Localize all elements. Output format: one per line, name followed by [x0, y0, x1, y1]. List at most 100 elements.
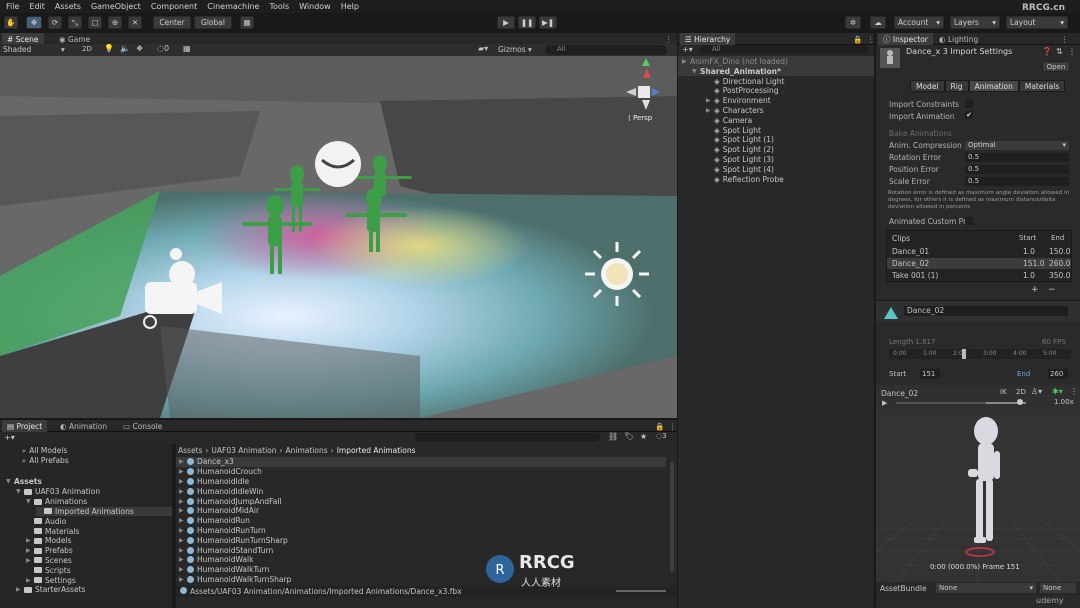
grid-snap-icon[interactable]: ▦ — [240, 16, 254, 29]
hierarchy-item[interactable]: ◈ Spot Light (3) — [678, 154, 874, 164]
folder-tree-item[interactable]: Materials — [26, 526, 79, 536]
tab-model[interactable]: Model — [910, 80, 945, 92]
transform-tool-icon[interactable]: ⊕ — [108, 16, 122, 29]
asset-list-item[interactable]: ▶ HumanoidRun — [176, 516, 666, 526]
hierarchy-item[interactable]: ◈ Directional Light — [678, 76, 874, 86]
clip-timeline[interactable]: 0:00 1:00 2:00 3:00 4:00 5:00 — [889, 349, 1071, 359]
tab-console[interactable]: ▭ Console — [118, 420, 167, 432]
asset-list-item[interactable]: ▶ HumanoidJumpAndFall — [176, 496, 666, 506]
folder-tree-item[interactable]: ▶ Prefabs — [26, 546, 73, 556]
persp-label[interactable]: ⟨ Persp — [628, 114, 652, 122]
step-button[interactable]: ▶❚ — [539, 16, 557, 29]
speed-slider-handle[interactable] — [1017, 399, 1023, 405]
timeline-start-marker[interactable] — [962, 349, 966, 359]
import-animation-checkbox[interactable]: ✔ — [965, 111, 973, 119]
grid-toggle-icon[interactable]: ▦ — [183, 44, 191, 53]
breadcrumb-item[interactable]: Imported Animations — [337, 446, 416, 456]
settings-icon[interactable]: ⇅ — [1056, 47, 1063, 56]
2d-preview-toggle[interactable]: 2D — [1016, 388, 1026, 396]
animated-custom-props-checkbox[interactable] — [965, 217, 973, 225]
folder-tree-item[interactable]: ▶ Models — [26, 536, 71, 546]
hierarchy-search-input[interactable]: All — [700, 45, 868, 54]
hidden-packages-icon[interactable]: ◌3 — [656, 432, 667, 440]
rect-tool-icon[interactable]: ▢ — [88, 16, 102, 29]
panel-menu-icon[interactable]: ⋮ — [664, 420, 682, 432]
assetbundle-dropdown[interactable]: None ▾ — [936, 583, 1036, 593]
asset-list-item[interactable]: ▶ HumanoidMidAir — [176, 506, 666, 516]
rotate-tool-icon[interactable]: ⟳ — [48, 16, 62, 29]
folder-tree-item[interactable]: ▼ Animations — [26, 497, 87, 507]
2d-toggle[interactable]: 2D — [82, 45, 92, 53]
remove-clip-button[interactable]: − — [1048, 285, 1056, 295]
hierarchy-item[interactable]: ◈ Spot Light (1) — [678, 135, 874, 145]
assetbundle-variant-dropdown[interactable]: None — [1040, 583, 1076, 593]
menu-item-tools[interactable]: Tools — [269, 2, 289, 11]
layout-dropdown[interactable]: Layout ▾ — [1006, 16, 1068, 29]
clip-row[interactable]: Dance_01 1.0 150.0 — [887, 246, 1071, 257]
filter-type-icon[interactable]: ⛓ — [608, 432, 618, 441]
tab-animation[interactable]: Animation — [968, 80, 1019, 92]
effects-toggle-icon[interactable]: ❖ — [136, 44, 143, 53]
tab-hierarchy[interactable]: ☰ Hierarchy — [680, 33, 736, 45]
scene-search-input[interactable]: All — [545, 45, 667, 55]
hidden-objects-icon[interactable]: ◌0 — [157, 44, 169, 53]
layers-dropdown[interactable]: Layers ▾ — [950, 16, 1000, 29]
tab-rig[interactable]: Rig — [944, 80, 969, 92]
clip-name-field[interactable]: Dance_02 — [904, 306, 1068, 316]
scene-view[interactable]: ⟨ Persp — [0, 56, 677, 418]
folder-tree-item[interactable]: Imported Animations — [36, 506, 172, 517]
collab-icon[interactable]: ✲ — [845, 16, 861, 29]
project-search-input[interactable] — [415, 433, 600, 442]
tab-materials[interactable]: Materials — [1018, 80, 1066, 92]
favorite-item[interactable]: ⌕ All Models — [22, 446, 67, 456]
create-asset-button[interactable]: +▾ — [4, 433, 15, 442]
account-dropdown[interactable]: Account ▾ — [894, 16, 944, 29]
asset-list-item[interactable]: ▶ Dance_x3 — [176, 457, 666, 467]
tab-inspector[interactable]: ⓘ Inspector — [878, 33, 933, 45]
menu-item-file[interactable]: File — [6, 2, 19, 11]
clip-row[interactable]: Dance_02 151.0 260.0 — [887, 258, 1071, 269]
scene-row-root[interactable]: ▼ Shared_Animation* — [678, 66, 874, 76]
menu-item-component[interactable]: Component — [151, 2, 197, 11]
add-object-button[interactable]: +▾ — [682, 45, 693, 54]
shading-mode-dropdown[interactable]: Shaded ▾ — [3, 45, 73, 55]
hierarchy-item[interactable]: ◈ Spot Light (2) — [678, 145, 874, 155]
breadcrumb-item[interactable]: Animations — [286, 446, 328, 456]
menu-item-help[interactable]: Help — [341, 2, 359, 11]
favorite-item[interactable]: ⌕ All Prefabs — [22, 456, 69, 466]
audio-toggle-icon[interactable]: 🔈 — [120, 44, 130, 53]
scene-row-unloaded[interactable]: ▶ AnimFX_Dino (not loaded) — [678, 56, 874, 66]
rotation-error-field[interactable]: 0.5 — [965, 153, 1069, 162]
folder-tree-item[interactable]: ▶ StarterAssets — [16, 585, 85, 595]
folder-tree-item[interactable]: ▶ Settings — [26, 575, 76, 585]
end-field[interactable]: 260 — [1048, 369, 1068, 379]
hierarchy-item[interactable]: ◈ Spot Light — [678, 125, 874, 135]
assets-root[interactable]: ▼ Assets — [6, 477, 42, 487]
play-button[interactable]: ▶ — [497, 16, 515, 29]
menu-item-gameobject[interactable]: GameObject — [91, 2, 141, 11]
hierarchy-item[interactable]: ◈ Camera — [678, 115, 874, 125]
pivot-center-toggle[interactable]: Center — [153, 16, 191, 29]
favorite-icon[interactable]: ★ — [640, 432, 647, 441]
hand-tool-icon[interactable]: ✋ — [4, 16, 18, 29]
menu-item-edit[interactable]: Edit — [29, 2, 45, 11]
filter-label-icon[interactable]: 🏷 — [624, 432, 634, 441]
anim-compression-dropdown[interactable]: Optimal ▾ — [965, 141, 1069, 150]
icon-size-slider[interactable] — [616, 590, 666, 592]
cloud-icon[interactable]: ☁ — [870, 16, 886, 29]
asset-list-item[interactable]: ▶ HumanoidRunTurnSharp — [176, 535, 666, 545]
tab-lighting[interactable]: ◐ Lighting — [934, 33, 983, 45]
breadcrumb-item[interactable]: UAF03 Animation — [211, 446, 276, 456]
menu-item-cinemachine[interactable]: Cinemachine — [207, 2, 259, 11]
breadcrumb-item[interactable]: Assets — [178, 446, 202, 456]
start-field[interactable]: 151 — [920, 369, 940, 379]
hierarchy-item[interactable]: ◈ Spot Light (4) — [678, 164, 874, 174]
camera-settings-icon[interactable]: ▰▾ — [478, 44, 488, 53]
more-icon[interactable]: ⋮ — [1070, 387, 1078, 396]
gizmos-dropdown[interactable]: Gizmos ▾ — [498, 45, 532, 54]
scale-tool-icon[interactable]: ⤡ — [68, 16, 82, 29]
more-icon[interactable]: ⋮ — [1068, 47, 1076, 56]
help-icon[interactable]: ❓ — [1042, 47, 1052, 56]
pivot-global-toggle[interactable]: Global — [194, 16, 232, 29]
scale-error-field[interactable]: 0.5 — [965, 177, 1069, 186]
